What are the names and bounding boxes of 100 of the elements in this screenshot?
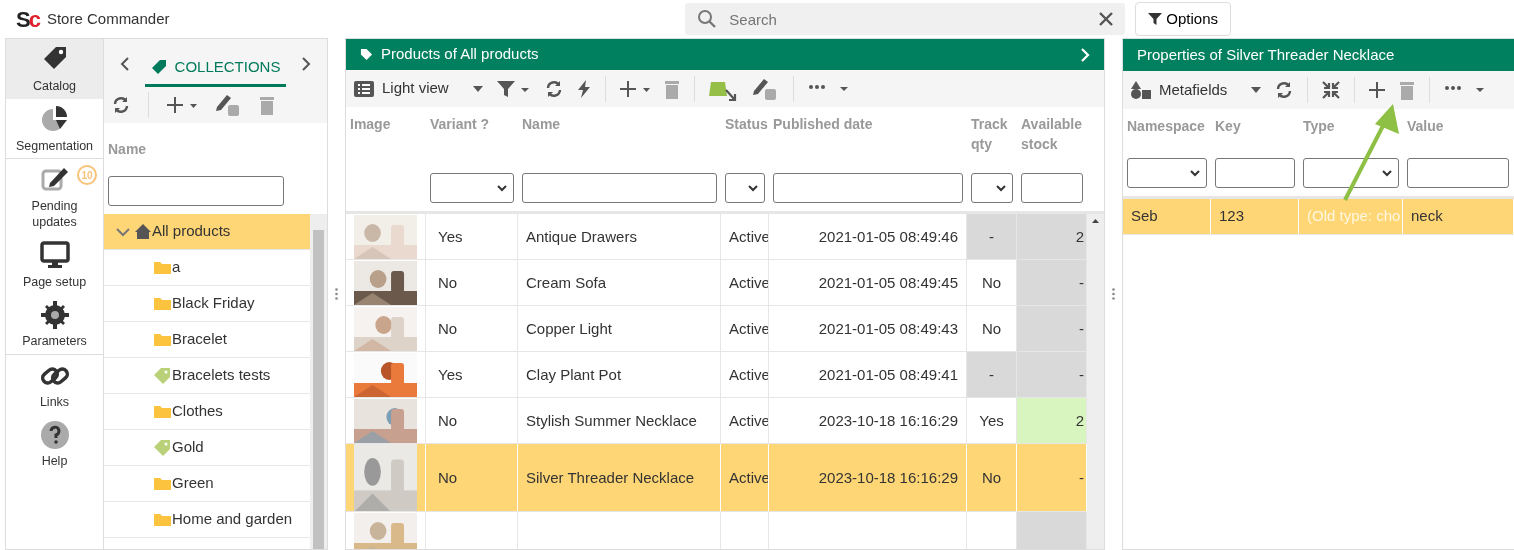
key-text: 123: [1219, 206, 1245, 227]
filter-field[interactable]: [773, 173, 963, 204]
rail-item[interactable]: Segmentation: [6, 98, 103, 159]
splitter-handle[interactable]: [1112, 288, 1115, 300]
more-icon[interactable]: [1444, 85, 1485, 95]
refresh-icon[interactable]: [112, 96, 130, 114]
published-date: 2021-01-05 08:49:43: [818, 318, 958, 339]
refresh-icon[interactable]: [544, 79, 563, 98]
filter-field[interactable]: [430, 173, 514, 204]
filter-field[interactable]: [1303, 158, 1399, 188]
track-qty: No: [981, 467, 1002, 488]
column-header: Namespace: [1127, 117, 1206, 136]
tag-icon: [154, 439, 172, 456]
filter-field[interactable]: [971, 173, 1013, 204]
folder-icon: [154, 511, 172, 528]
column-header: Type: [1303, 117, 1336, 136]
filter-field[interactable]: [725, 173, 765, 204]
filter-field[interactable]: [522, 173, 717, 204]
variant-text: Yes: [438, 364, 463, 385]
folder-icon: [154, 403, 172, 420]
chevron-icon[interactable]: [116, 226, 130, 237]
column-header: Image: [350, 115, 392, 135]
search-icon: [697, 9, 718, 29]
more-icon[interactable]: [807, 83, 848, 94]
lightning-icon[interactable]: [576, 79, 591, 98]
monitor-icon: [39, 240, 70, 271]
chevron-right-icon[interactable]: [301, 57, 311, 71]
filter-field[interactable]: [1407, 158, 1509, 188]
stock-value: 2: [1075, 410, 1084, 431]
settings-icon: [39, 300, 70, 331]
filter-field[interactable]: [1021, 173, 1083, 204]
folder-icon: [154, 259, 172, 276]
shapes-icon: [1131, 81, 1151, 99]
filter-field[interactable]: [1215, 158, 1295, 188]
panel-title: Properties of Silver Threader Necklace: [1137, 44, 1395, 65]
stock-value: 2: [1075, 226, 1084, 247]
refresh-icon[interactable]: [1275, 81, 1294, 99]
rail-item[interactable]: Pending updates 10: [6, 158, 103, 235]
pencil-bag-icon[interactable]: [215, 93, 241, 117]
value-text: neck: [1411, 206, 1443, 227]
tree-item[interactable]: Home and garden: [104, 502, 310, 538]
filter-icon[interactable]: [496, 79, 531, 98]
column-header: Track qty: [971, 115, 1009, 154]
variant-text: Yes: [438, 226, 463, 247]
filter-field[interactable]: [108, 176, 284, 206]
tree-item[interactable]: Black Friday: [104, 286, 310, 322]
product-name: Cream Sofa: [526, 272, 607, 293]
rail-item[interactable]: Help: [6, 414, 103, 474]
variant-text: No: [438, 318, 458, 339]
tree-item[interactable]: Bracelets tests: [104, 358, 310, 394]
variant-text: No: [438, 272, 458, 293]
tag-icon: [360, 48, 373, 62]
scrollbar[interactable]: [1087, 214, 1104, 549]
product-name: Antique Drawers: [526, 226, 637, 247]
published-date: 2023-10-18 16:16:29: [818, 467, 958, 488]
stock-value: -: [1079, 364, 1084, 385]
rail-item[interactable]: Links: [6, 353, 103, 415]
app-title: Store Commander: [46, 8, 170, 29]
published-date: 2021-01-05 08:49:45: [818, 272, 958, 293]
rail-item[interactable]: Catalog: [6, 39, 103, 99]
column-header: Key: [1215, 117, 1242, 136]
rail-item[interactable]: Page setup: [6, 234, 103, 295]
tree-item[interactable]: Gold: [104, 430, 310, 466]
view-dropdown[interactable]: Light view: [354, 77, 483, 100]
tree-item[interactable]: Clothes: [104, 394, 310, 430]
filter-field[interactable]: [1127, 158, 1207, 188]
column-header: Name: [107, 140, 148, 159]
rail-item[interactable]: Parameters: [6, 294, 103, 354]
add-icon[interactable]: [619, 79, 650, 98]
tree-item[interactable]: Bracelet: [104, 322, 310, 358]
stock-value: -: [1079, 318, 1084, 339]
collapse-icon[interactable]: [1322, 81, 1341, 99]
column-header: Published date: [773, 115, 874, 135]
chevron-down-icon: [996, 184, 1006, 192]
close-icon[interactable]: [1099, 12, 1114, 26]
stock-value: -: [1079, 272, 1084, 293]
options-button[interactable]: Options: [1135, 2, 1231, 36]
caret-icon: [1251, 87, 1262, 93]
product-name: Stylish Summer Necklace: [526, 410, 697, 431]
search-field[interactable]: Search: [685, 3, 1126, 35]
tag-icon: [150, 58, 167, 75]
splitter-handle[interactable]: [335, 288, 338, 300]
scrollbar[interactable]: [310, 214, 327, 549]
column-header: Value: [1407, 117, 1445, 136]
pencil-bag-icon[interactable]: [750, 76, 779, 101]
table-row[interactable]: Seb 123 (Old type: cho neck: [1123, 199, 1514, 235]
filter-icon: [1148, 12, 1163, 26]
chevron-left-icon[interactable]: [120, 57, 130, 71]
folder-icon: [154, 475, 172, 492]
chevron-down-icon: [497, 184, 507, 192]
folder-icon: [154, 331, 172, 348]
add-icon[interactable]: [167, 96, 197, 114]
panel-title: Products of All products: [381, 44, 539, 65]
tag-icon: [154, 367, 172, 384]
tree-item[interactable]: All products: [104, 214, 310, 250]
tree-item[interactable]: Green: [104, 466, 310, 502]
add-icon[interactable]: [1369, 81, 1386, 99]
published-date: 2023-10-18 16:16:29: [818, 410, 958, 431]
folder-icon: [154, 295, 172, 312]
tree-item[interactable]: a: [104, 250, 310, 286]
